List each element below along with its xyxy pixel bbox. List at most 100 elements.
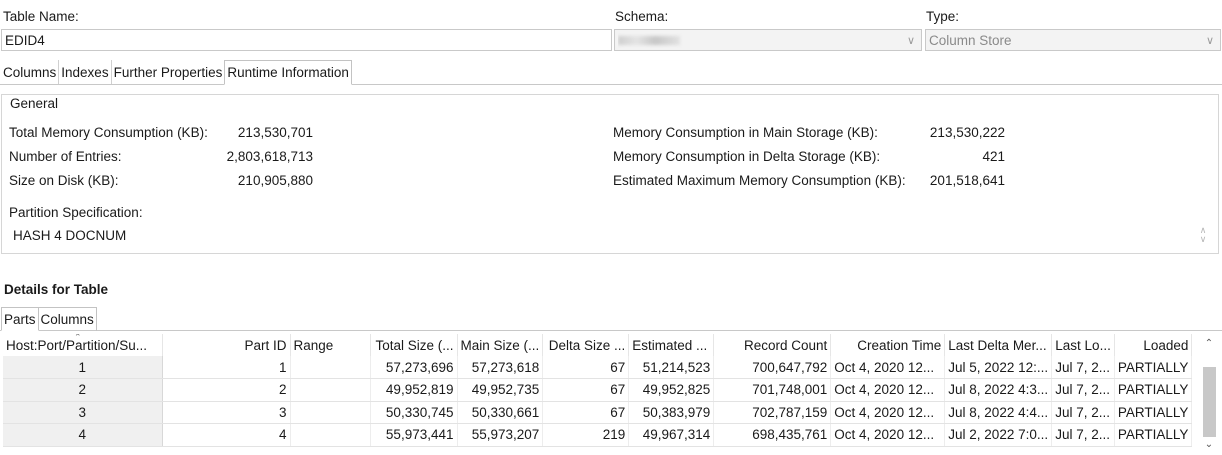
- cell-main-size: 55,973,207: [457, 423, 544, 447]
- spinner-arrows-icon[interactable]: ∧ ∨: [1195, 224, 1211, 246]
- tab-further-properties[interactable]: Further Properties: [112, 60, 225, 84]
- table-header-row: ⌃ Host:Port/Partition/Su... Part ID Range…: [3, 334, 1193, 356]
- cell-host: 4: [3, 423, 163, 447]
- main-storage-value: 213,530,222: [929, 125, 1005, 140]
- cell-total-size: 50,330,745: [370, 401, 458, 424]
- cell-host: 2: [3, 378, 163, 402]
- partition-spec-label: Partition Specification:: [9, 205, 143, 220]
- column-header-loaded[interactable]: Loaded: [1114, 334, 1193, 356]
- cell-creation-time: Oct 4, 2020 12...: [830, 401, 946, 424]
- details-subtabs: Parts Columns: [1, 307, 97, 331]
- cell-part-id: 3: [162, 401, 291, 424]
- cell-record-count: 701,748,001: [713, 378, 832, 402]
- cell-main-size: 57,273,618: [457, 356, 544, 379]
- schema-select[interactable]: ∨: [614, 29, 922, 51]
- size-on-disk-value: 210,905,880: [237, 173, 313, 188]
- number-of-entries-label: Number of Entries:: [9, 149, 122, 164]
- cell-estimated: 49,967,314: [628, 423, 715, 447]
- size-on-disk-label: Size on Disk (KB):: [9, 173, 119, 188]
- cell-estimated: 50,383,979: [628, 401, 715, 424]
- chevron-down-icon: ∨: [1205, 34, 1215, 47]
- cell-estimated: 49,952,825: [628, 378, 715, 402]
- details-title: Details for Table: [4, 282, 109, 297]
- cell-creation-time: Oct 4, 2020 12...: [830, 378, 946, 402]
- cell-range: [290, 378, 371, 402]
- cell-delta-size: 67: [542, 356, 630, 379]
- cell-loaded: PARTIALLY: [1114, 423, 1193, 447]
- cell-loaded: PARTIALLY: [1114, 378, 1193, 402]
- cell-total-size: 57,273,696: [370, 356, 458, 379]
- table-row[interactable]: 1 1 57,273,696 57,273,618 67 51,214,523 …: [3, 356, 1193, 379]
- scroll-down-icon[interactable]: ⌄: [1199, 435, 1219, 453]
- cell-delta-size: 67: [542, 401, 630, 424]
- tab-columns[interactable]: Columns: [0, 60, 60, 84]
- schema-value-redacted: [618, 33, 901, 48]
- table-row[interactable]: 3 3 50,330,745 50,330,661 67 50,383,979 …: [3, 401, 1193, 424]
- column-header-range[interactable]: Range: [290, 334, 371, 356]
- cell-last-load: Jul 7, 2...: [1051, 401, 1115, 424]
- table-name-field[interactable]: EDID4: [1, 29, 612, 51]
- column-header-estimated[interactable]: Estimated ...: [628, 334, 715, 356]
- total-memory-label: Total Memory Consumption (KB):: [9, 125, 208, 140]
- cell-last-load: Jul 7, 2...: [1051, 423, 1115, 447]
- estimated-max-memory-label: Estimated Maximum Memory Consumption (KB…: [613, 173, 906, 188]
- scroll-up-icon[interactable]: ⌃: [1199, 334, 1219, 352]
- delta-storage-value: 421: [982, 149, 1005, 164]
- cell-record-count: 702,787,159: [713, 401, 832, 424]
- type-value: Column Store: [929, 32, 1012, 48]
- column-header-last-load[interactable]: Last Lo...: [1051, 334, 1115, 356]
- cell-record-count: 700,647,792: [713, 356, 832, 379]
- parts-table: ⌃ Host:Port/Partition/Su... Part ID Range…: [3, 334, 1193, 447]
- cell-main-size: 49,952,735: [457, 378, 544, 402]
- cell-last-delta-merge: Jul 8, 2022 4:3...: [944, 378, 1053, 402]
- cell-total-size: 55,973,441: [370, 423, 458, 447]
- cell-part-id: 2: [162, 378, 291, 402]
- total-memory-value: 213,530,701: [237, 125, 313, 140]
- column-header-record-count[interactable]: Record Count: [713, 334, 832, 356]
- type-label: Type:: [926, 9, 960, 24]
- cell-host: 3: [3, 401, 163, 424]
- column-header-last-delta-merge[interactable]: Last Delta Mer...: [944, 334, 1053, 356]
- cell-last-delta-merge: Jul 5, 2022 12:...: [944, 356, 1053, 379]
- column-header-creation-time[interactable]: Creation Time: [830, 334, 946, 356]
- cell-main-size: 50,330,661: [457, 401, 544, 424]
- cell-last-delta-merge: Jul 8, 2022 4:4...: [944, 401, 1053, 424]
- tab-indexes[interactable]: Indexes: [59, 60, 112, 84]
- cell-estimated: 51,214,523: [628, 356, 715, 379]
- sort-caret-icon: ⌃: [74, 334, 82, 342]
- column-header-delta-size[interactable]: Delta Size ...: [542, 334, 630, 356]
- column-header-part-id[interactable]: Part ID: [162, 334, 291, 356]
- cell-range: [290, 356, 371, 379]
- cell-last-load: Jul 7, 2...: [1051, 356, 1115, 379]
- subtabs-divider: [0, 330, 1222, 331]
- cell-total-size: 49,952,819: [370, 378, 458, 402]
- cell-loaded: PARTIALLY: [1114, 401, 1193, 424]
- main-storage-label: Memory Consumption in Main Storage (KB):: [613, 125, 878, 140]
- number-of-entries-value: 2,803,618,713: [226, 149, 313, 164]
- column-header-main-size[interactable]: Main Size (...: [457, 334, 544, 356]
- cell-range: [290, 401, 371, 424]
- delta-storage-label: Memory Consumption in Delta Storage (KB)…: [613, 149, 881, 164]
- type-select[interactable]: Column Store ∨: [925, 29, 1221, 51]
- cell-delta-size: 219: [542, 423, 630, 447]
- cell-range: [290, 423, 371, 447]
- partition-spec-value: HASH 4 DOCNUM: [13, 228, 127, 243]
- tab-runtime-information[interactable]: Runtime Information: [224, 60, 352, 85]
- cell-creation-time: Oct 4, 2020 12...: [830, 423, 946, 447]
- subtab-parts[interactable]: Parts: [1, 307, 39, 331]
- cell-delta-size: 67: [542, 378, 630, 402]
- table-name-value: EDID4: [5, 32, 45, 48]
- table-row[interactable]: 2 2 49,952,819 49,952,735 67 49,952,825 …: [3, 378, 1193, 402]
- cell-record-count: 698,435,761: [713, 423, 832, 447]
- estimated-max-memory-value: 201,518,641: [929, 173, 1005, 188]
- main-tabs: Columns Indexes Further Properties Runti…: [0, 60, 352, 85]
- subtab-columns[interactable]: Columns: [38, 307, 97, 331]
- scrollbar-thumb[interactable]: [1203, 367, 1216, 437]
- table-row[interactable]: 4 4 55,973,441 55,973,207 219 49,967,314…: [3, 423, 1193, 447]
- cell-last-load: Jul 7, 2...: [1051, 378, 1115, 402]
- cell-part-id: 1: [162, 356, 291, 379]
- column-header-total-size[interactable]: Total Size (...: [370, 334, 458, 356]
- general-group: [1, 94, 1219, 254]
- column-header-host[interactable]: ⌃ Host:Port/Partition/Su...: [3, 334, 163, 356]
- table-vertical-scrollbar[interactable]: ⌃ ⌄: [1199, 334, 1219, 453]
